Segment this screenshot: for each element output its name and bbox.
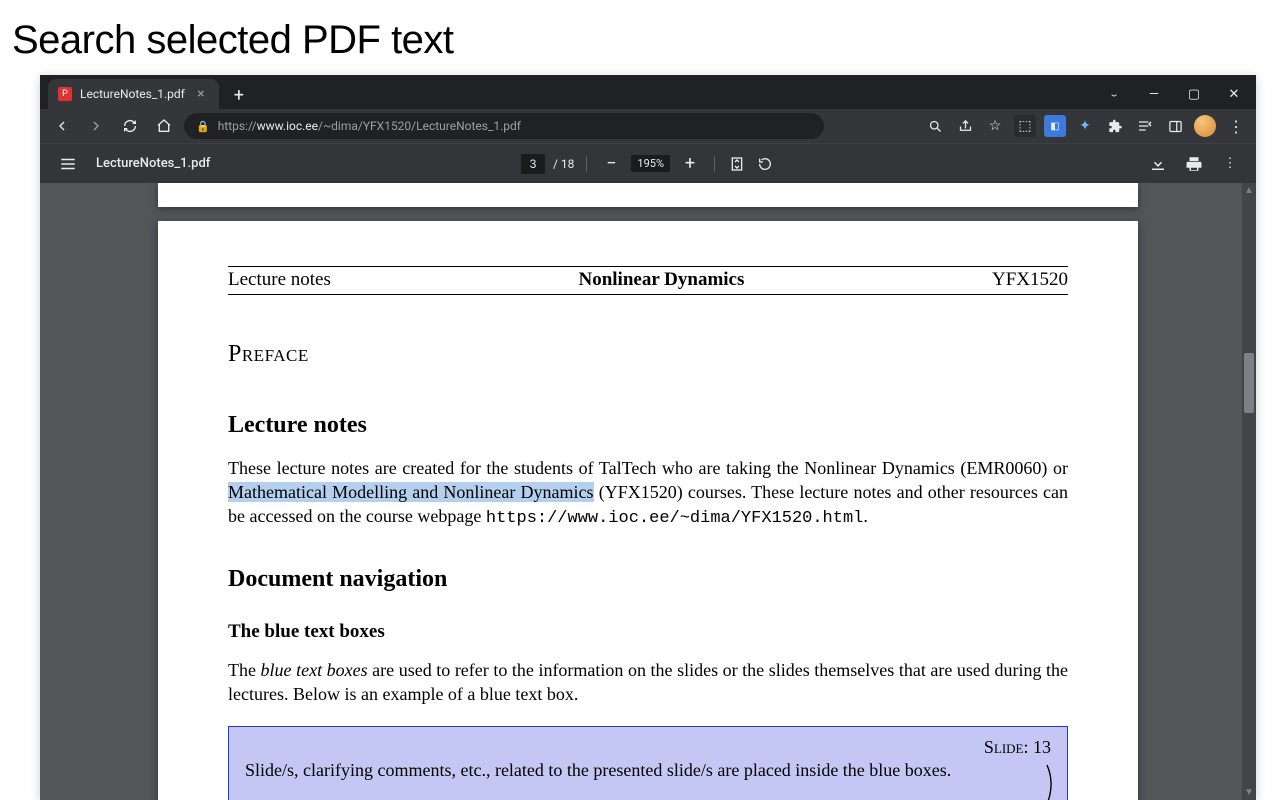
pdf-toolbar-right: ⋮: [1148, 154, 1240, 174]
toolbar-separator: [714, 156, 715, 172]
heading-lecture-notes: Lecture notes: [228, 412, 1068, 439]
window-controls: ⌄ — ▢ ✕: [1096, 79, 1256, 109]
extension-icon-3[interactable]: ✦: [1074, 115, 1096, 137]
url-text: https://www.ioc.ee/~dima/YFX1520/Lecture…: [218, 119, 521, 133]
pdf-more-button[interactable]: ⋮: [1220, 154, 1240, 174]
forward-button[interactable]: [82, 112, 110, 140]
pdf-viewport[interactable]: Lecture notes Nonlinear Dynamics YFX1520…: [40, 183, 1256, 800]
scrollbar-thumb[interactable]: [1244, 353, 1254, 413]
fit-page-button[interactable]: [727, 154, 747, 174]
toolbar-separator: [586, 156, 587, 172]
doc-running-header: Lecture notes Nonlinear Dynamics YFX1520: [228, 266, 1068, 295]
share-icon[interactable]: [954, 115, 976, 137]
zoom-in-button[interactable]: +: [678, 152, 702, 176]
header-right: YFX1520: [992, 269, 1068, 291]
maximize-button[interactable]: ▢: [1176, 80, 1212, 108]
back-button[interactable]: [48, 112, 76, 140]
paragraph-blue-boxes[interactable]: The blue text boxes are used to refer to…: [228, 659, 1068, 707]
browser-tab[interactable]: P LectureNotes_1.pdf ×: [48, 79, 219, 109]
scroll-up-arrow[interactable]: ▲: [1244, 185, 1254, 196]
header-left: Lecture notes: [228, 269, 331, 291]
pdf-favicon: P: [58, 87, 72, 101]
bookmark-star-icon[interactable]: ☆: [984, 115, 1006, 137]
pdf-menu-button[interactable]: [56, 152, 80, 176]
tab-title: LectureNotes_1.pdf: [80, 87, 185, 101]
pdf-page-controls: / 18 − 195% +: [521, 152, 775, 176]
blue-text-box: Slide: 13 Slide/s, clarifying comments, …: [228, 726, 1068, 800]
zoom-out-button[interactable]: −: [599, 152, 623, 176]
text-run: The: [228, 660, 261, 680]
pdf-page[interactable]: Lecture notes Nonlinear Dynamics YFX1520…: [158, 221, 1138, 800]
rotate-button[interactable]: [755, 154, 775, 174]
extension-icon-2[interactable]: ◧: [1044, 115, 1066, 137]
close-window-button[interactable]: ✕: [1216, 80, 1252, 108]
scrollbar[interactable]: ▲ ▼: [1242, 183, 1256, 800]
sidepanel-icon[interactable]: [1164, 115, 1186, 137]
heading-document-navigation: Document navigation: [228, 566, 1068, 593]
subheading-blue-boxes: The blue text boxes: [228, 621, 1068, 643]
text-run: These lecture notes are created for the …: [228, 458, 1068, 478]
url-bar: 🔒 https://www.ioc.ee/~dima/YFX1520/Lectu…: [40, 109, 1256, 143]
pdf-toolbar: LectureNotes_1.pdf / 18 − 195% + ⋮: [40, 143, 1256, 183]
curve-arrow-icon: [1029, 763, 1055, 800]
address-bar[interactable]: 🔒 https://www.ioc.ee/~dima/YFX1520/Lectu…: [184, 113, 824, 139]
minimize-button[interactable]: —: [1136, 80, 1172, 108]
pdf-page-content: Lecture notes Nonlinear Dynamics YFX1520…: [158, 221, 1138, 800]
slide-number-label: Slide: 13: [245, 737, 1051, 758]
browser-menu-button[interactable]: ⋮: [1224, 117, 1248, 136]
tab-strip: P LectureNotes_1.pdf × + ⌄ — ▢ ✕: [40, 75, 1256, 109]
page-number-input[interactable]: [521, 154, 545, 174]
lock-icon: 🔒: [196, 120, 210, 133]
browser-window: P LectureNotes_1.pdf × + ⌄ — ▢ ✕ 🔒 https: [40, 75, 1256, 800]
tab-search-button[interactable]: ⌄: [1096, 86, 1132, 103]
close-tab-button[interactable]: ×: [193, 86, 209, 102]
header-title: Nonlinear Dynamics: [578, 269, 744, 291]
scroll-down-arrow[interactable]: ▼: [1244, 787, 1254, 798]
download-button[interactable]: [1148, 154, 1168, 174]
heading-preface: Preface: [228, 341, 1068, 368]
extension-icon-1[interactable]: ⬚: [1014, 115, 1036, 137]
reload-button[interactable]: [116, 112, 144, 140]
profile-avatar[interactable]: [1194, 115, 1216, 137]
print-button[interactable]: [1184, 154, 1204, 174]
italic-term: blue text boxes: [261, 660, 368, 680]
overlay-caption: Search selected PDF text: [12, 18, 454, 63]
extensions-puzzle-icon[interactable]: [1104, 115, 1126, 137]
blue-box-text: Slide/s, clarifying comments, etc., rela…: [245, 760, 1051, 781]
toolbar-right: ☆ ⬚ ◧ ✦ ⋮: [924, 115, 1248, 137]
course-url: https://www.ioc.ee/~dima/YFX1520.html: [486, 509, 863, 528]
pdf-page-prev: [158, 183, 1138, 207]
text-run: .: [863, 506, 868, 526]
reading-list-icon[interactable]: [1134, 115, 1156, 137]
selected-text[interactable]: Mathematical Modelling and Nonlinear Dyn…: [228, 482, 594, 502]
home-button[interactable]: [150, 112, 178, 140]
paragraph-intro[interactable]: These lecture notes are created for the …: [228, 457, 1068, 530]
page-total: / 18: [553, 157, 574, 171]
new-tab-button[interactable]: +: [225, 81, 253, 109]
zoom-indicator-icon[interactable]: [924, 115, 946, 137]
zoom-level[interactable]: 195%: [631, 155, 670, 172]
pdf-filename: LectureNotes_1.pdf: [96, 156, 210, 171]
